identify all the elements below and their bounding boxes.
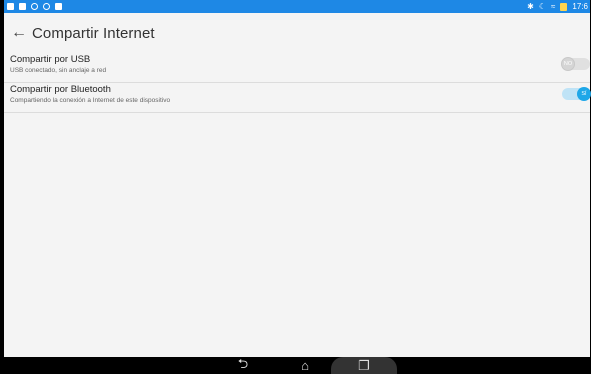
nav-back-icon[interactable]: ⮌ [232,356,254,374]
settings-list: Compartir por USB USB conectado, sin anc… [4,53,591,113]
app-icon [43,3,50,10]
navigation-bar: ⮌ ⌂ ❐ [4,356,590,374]
usb-toggle-switch[interactable]: NO [561,57,590,71]
status-bar: ✱ ☾ ≈ 17:6 [4,0,590,13]
bluetooth-toggle-switch[interactable]: SÍ [562,87,591,101]
status-left-icons [7,3,62,10]
app-bar: ← Compartir Internet [4,13,590,53]
bluetooth-icon: ✱ [527,2,534,11]
setting-title: Compartir por Bluetooth [10,84,111,95]
wifi-icon: ≈ [551,2,556,11]
moon-icon: ☾ [538,2,547,11]
page-title: Compartir Internet [32,24,155,42]
notification-icon [7,3,14,10]
setting-bluetooth-tethering[interactable]: Compartir por Bluetooth Compartiendo la … [4,83,591,113]
status-right-icons: ✱ ☾ ≈ 17:6 [527,2,588,11]
setting-subtitle: Compartiendo la conexión a Internet de e… [10,97,171,104]
status-time: 17:6 [572,2,588,11]
setting-title: Compartir por USB [10,54,91,65]
message-icon [19,3,26,10]
phone-icon [31,3,38,10]
sdcard-icon [55,3,62,10]
toggle-thumb: SÍ [577,87,591,101]
screen: ✱ ☾ ≈ 17:6 ← Compartir Internet Comparti… [0,0,591,374]
setting-subtitle: USB conectado, sin anclaje a red [10,67,107,74]
toggle-thumb: NO [561,57,575,71]
nav-recents-icon[interactable]: ❐ [331,357,397,374]
nav-home-icon[interactable]: ⌂ [294,357,316,374]
setting-usb-tethering[interactable]: Compartir por USB USB conectado, sin anc… [4,53,590,83]
battery-charging-icon [560,2,568,11]
back-arrow-icon[interactable]: ← [11,24,27,42]
